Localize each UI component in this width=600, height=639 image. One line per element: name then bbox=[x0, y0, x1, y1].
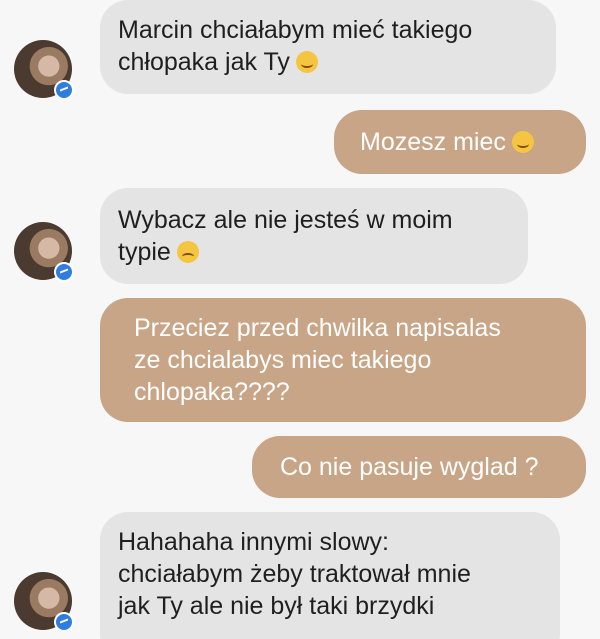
message-text-line: chciałabym żeby traktował mnie bbox=[118, 560, 471, 588]
smiling-emoji-icon bbox=[511, 131, 534, 153]
message-text-line: Co nie pasuje wyglad ? bbox=[280, 453, 539, 481]
contact-avatar[interactable] bbox=[14, 572, 74, 632]
message-text-line: chłopaka jak Ty bbox=[118, 48, 290, 76]
messenger-badge-icon bbox=[54, 612, 74, 632]
sad-emoji-icon bbox=[176, 241, 199, 263]
message-text-line: Hahahaha innymi slowy: bbox=[118, 528, 389, 556]
outgoing-message[interactable]: Przeciez przed chwilka napisalas ze chci… bbox=[100, 298, 586, 422]
contact-avatar[interactable] bbox=[14, 40, 74, 100]
incoming-message[interactable]: Hahahaha innymi slowy: chciałabym żeby t… bbox=[100, 512, 560, 639]
message-text-line: ze chcialabys miec takiego bbox=[134, 346, 432, 374]
incoming-message[interactable]: Marcin chciałabym mieć takiego chłopaka … bbox=[100, 0, 556, 94]
incoming-message[interactable]: Wybacz ale nie jesteś w moim typie bbox=[100, 188, 528, 284]
laughing-emoji-icon bbox=[295, 51, 318, 73]
messenger-badge-icon bbox=[54, 262, 74, 282]
message-text-line: Wybacz ale nie jesteś w moim bbox=[118, 206, 453, 234]
messenger-badge-icon bbox=[54, 80, 74, 100]
message-text-line: jak Ty ale nie był taki brzydki bbox=[118, 592, 435, 620]
message-text-line: typie bbox=[118, 238, 171, 266]
message-text-line: Przeciez przed chwilka napisalas bbox=[134, 314, 501, 342]
outgoing-message[interactable]: Mozesz miec bbox=[334, 110, 586, 174]
message-text-line: Marcin chciałabym mieć takiego bbox=[118, 16, 473, 44]
contact-avatar[interactable] bbox=[14, 222, 74, 282]
chat-thread: Marcin chciałabym mieć takiego chłopaka … bbox=[0, 0, 600, 639]
outgoing-message[interactable]: Co nie pasuje wyglad ? bbox=[252, 436, 586, 498]
message-text-line: Mozesz miec bbox=[360, 128, 506, 156]
message-text-line: chlopaka???? bbox=[134, 378, 290, 406]
